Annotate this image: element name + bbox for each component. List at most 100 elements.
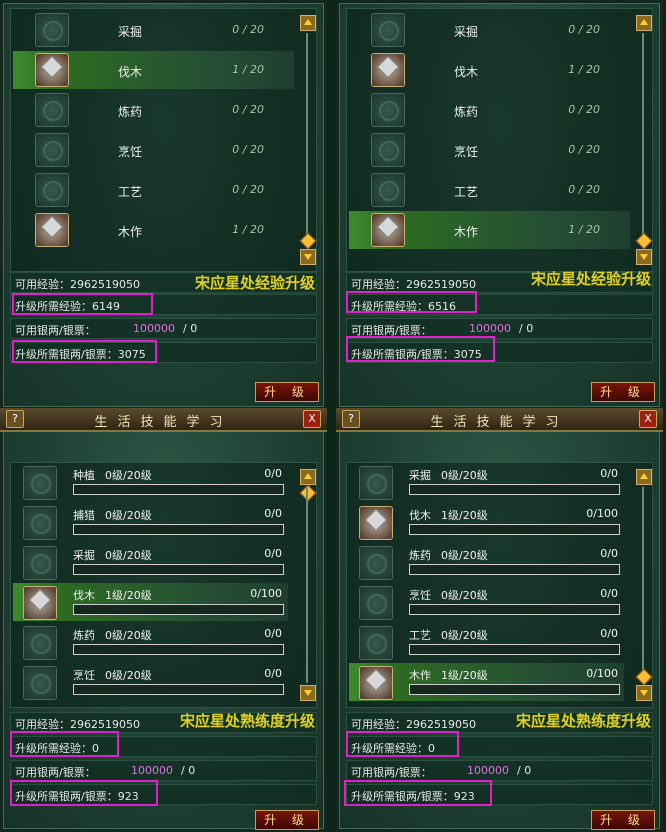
skill-name: 捕猎	[73, 509, 95, 522]
cooking-skill-icon	[359, 586, 393, 620]
scroll-down-arrow-icon[interactable]	[636, 685, 652, 701]
skill-row-logging[interactable]: 伐木 1 / 20	[13, 51, 294, 89]
skill-row-mining[interactable]: 采掘 0 / 20	[349, 11, 630, 49]
alchemy-skill-icon	[35, 93, 69, 127]
proficiency-bar	[409, 484, 620, 495]
skill-row-alchemy[interactable]: 炼药 0 / 20	[349, 91, 630, 129]
woodwork-skill-icon	[359, 666, 393, 700]
skill-name: 采掘	[73, 549, 95, 562]
skill-level: 1级/20级	[441, 669, 488, 682]
proficiency-bar	[409, 524, 620, 535]
skill-level-count: 0 / 20	[568, 103, 600, 116]
mining-skill-icon	[371, 13, 405, 47]
woodwork-skill-icon	[35, 213, 69, 247]
scroll-track	[306, 33, 308, 247]
skill-row-mining[interactable]: 采掘 0 / 20	[13, 11, 294, 49]
scroll-thumb[interactable]	[635, 232, 653, 250]
life-skill-learning-panel-left: ? 生活技能学习 X 种植 0级/20级 0/0 捕猎 0级/20级 0/0 采…	[0, 408, 327, 832]
scroll-down-arrow-icon[interactable]	[636, 249, 652, 265]
skill-progress: 0/100	[250, 587, 282, 600]
available-silver-value: 100000	[133, 322, 175, 335]
alchemy-skill-icon	[23, 626, 57, 660]
skill-level: 0级/20级	[441, 629, 488, 642]
skill-row-alchemy[interactable]: 炼药 0 / 20	[13, 91, 294, 129]
window-titlebar[interactable]: ? 生活技能学习 X	[0, 408, 327, 432]
scroll-up-arrow-icon[interactable]	[300, 469, 316, 485]
scroll-thumb[interactable]	[299, 232, 317, 250]
close-button[interactable]: X	[303, 410, 321, 428]
skill-level: 0级/20级	[441, 589, 488, 602]
scroll-down-arrow-icon[interactable]	[300, 685, 316, 701]
proficiency-bar	[73, 484, 284, 495]
skill-row-mining[interactable]: 采掘 0级/20级 0/0	[13, 543, 288, 581]
skill-row-hunting[interactable]: 捕猎 0级/20级 0/0	[13, 503, 288, 541]
skill-row-cooking[interactable]: 烹饪 0 / 20	[349, 131, 630, 169]
upgrade-button[interactable]: 升 级	[255, 382, 319, 402]
list-scrollbar[interactable]	[635, 469, 653, 701]
scroll-thumb[interactable]	[635, 668, 653, 686]
skill-progress: 0/0	[264, 547, 282, 560]
upgrade-note: 宋应星处熟练度升级	[515, 712, 651, 730]
proficiency-bar	[73, 604, 284, 615]
alchemy-skill-icon	[359, 546, 393, 580]
list-scrollbar[interactable]	[635, 15, 653, 265]
skill-row-logging[interactable]: 伐木 1级/20级 0/100	[349, 503, 624, 541]
proficiency-bar	[73, 644, 284, 655]
axe-icon	[359, 506, 393, 540]
proficiency-bar	[409, 604, 620, 615]
skill-row-cooking[interactable]: 烹饪 0 / 20	[13, 131, 294, 169]
available-silver-label: 可用银两/银票：	[15, 324, 96, 337]
skill-name: 采掘	[454, 25, 479, 39]
skill-row-planting[interactable]: 种植 0级/20级 0/0	[13, 463, 288, 501]
skill-row-logging[interactable]: 伐木 1 / 20	[349, 51, 630, 89]
skill-row-logging[interactable]: 伐木 1级/20级 0/100	[13, 583, 288, 621]
skill-row-cooking[interactable]: 烹饪 0级/20级 0/0	[13, 663, 288, 701]
available-exp: 可用经验：2962519050	[351, 278, 476, 291]
skill-name: 炼药	[454, 105, 479, 119]
upgrade-note: 宋应星处熟练度升级	[179, 712, 315, 730]
scroll-track	[642, 33, 644, 247]
skill-level: 0级/20级	[105, 629, 152, 642]
upgrade-button[interactable]: 升 级	[591, 810, 655, 830]
available-exp: 可用经验：2962519050	[15, 718, 140, 731]
cooking-skill-icon	[371, 133, 405, 167]
required-exp-highlight	[10, 731, 119, 757]
upgrade-button[interactable]: 升 级	[591, 382, 655, 402]
scroll-down-arrow-icon[interactable]	[300, 249, 316, 265]
list-scrollbar[interactable]	[299, 15, 317, 265]
skill-level-count: 0 / 20	[232, 183, 264, 196]
alchemy-skill-icon	[371, 93, 405, 127]
scroll-up-arrow-icon[interactable]	[636, 469, 652, 485]
close-button[interactable]: X	[639, 410, 657, 428]
skill-row-crafting[interactable]: 工艺 0 / 20	[13, 171, 294, 209]
life-skill-learning-panel-right: ? 生活技能学习 X 采掘 0级/20级 0/0 伐木 1级/20级 0/100…	[336, 408, 663, 832]
skill-row-crafting[interactable]: 工艺 0级/20级 0/0	[349, 623, 624, 661]
available-silver-row: 可用银两/银票： 100000 / 0	[10, 760, 317, 781]
experience-upgrade-panel-left: 采掘 0 / 20 伐木 1 / 20 炼药 0 / 20 烹饪 0 / 20 …	[0, 0, 327, 410]
skill-progress: 0/0	[264, 627, 282, 640]
window-titlebar[interactable]: ? 生活技能学习 X	[336, 408, 663, 432]
upgrade-button[interactable]: 升 级	[255, 810, 319, 830]
scroll-up-arrow-icon[interactable]	[300, 15, 316, 31]
list-scrollbar[interactable]	[299, 469, 317, 701]
skill-row-mining[interactable]: 采掘 0级/20级 0/0	[349, 463, 624, 501]
skill-row-woodwork[interactable]: 木作 1 / 20	[13, 211, 294, 249]
skill-level: 0级/20级	[105, 549, 152, 562]
skill-level: 0级/20级	[105, 669, 152, 682]
skill-level: 0级/20级	[441, 469, 488, 482]
skill-row-cooking[interactable]: 烹饪 0级/20级 0/0	[349, 583, 624, 621]
skill-row-crafting[interactable]: 工艺 0 / 20	[349, 171, 630, 209]
scroll-up-arrow-icon[interactable]	[636, 15, 652, 31]
skill-name: 伐木	[454, 65, 479, 79]
skill-row-alchemy[interactable]: 炼药 0级/20级 0/0	[13, 623, 288, 661]
skill-row-alchemy[interactable]: 炼药 0级/20级 0/0	[349, 543, 624, 581]
skill-row-woodwork[interactable]: 木作 1级/20级 0/100	[349, 663, 624, 701]
skill-level-count: 0 / 20	[568, 23, 600, 36]
skill-name: 炼药	[409, 549, 431, 562]
skill-name: 工艺	[409, 629, 431, 642]
woodwork-skill-icon	[371, 213, 405, 247]
skill-row-woodwork[interactable]: 木作 1 / 20	[349, 211, 630, 249]
skill-name: 木作	[454, 225, 479, 239]
skill-name: 木作	[118, 225, 143, 239]
scroll-thumb[interactable]	[299, 484, 317, 502]
